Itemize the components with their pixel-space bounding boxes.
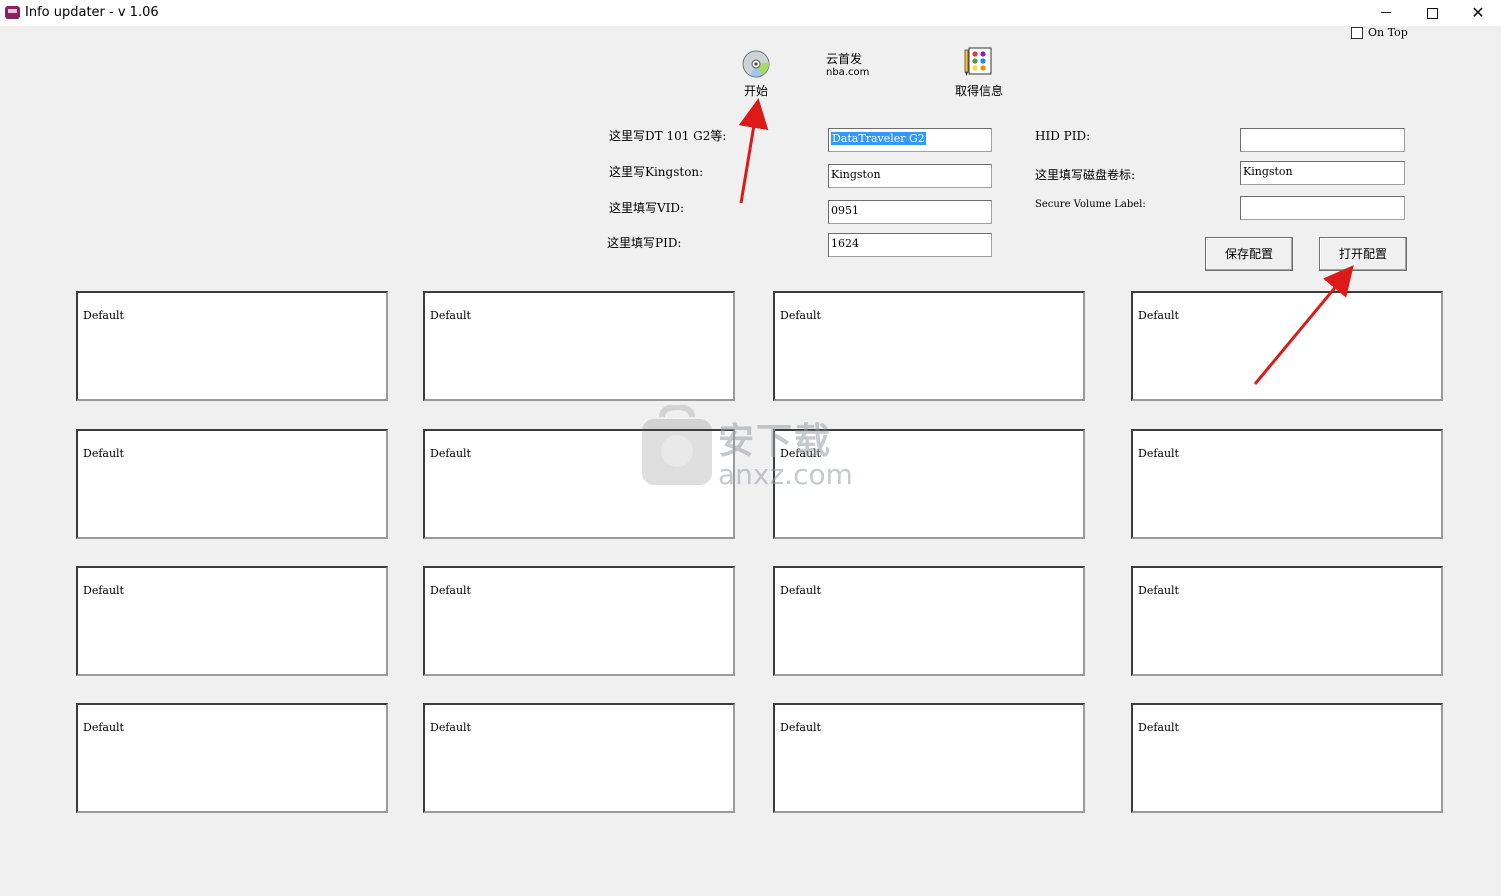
- pid-label: 这里填写PID:: [607, 236, 682, 250]
- info-panel: Default: [76, 703, 388, 813]
- info-panel-text: Default: [430, 721, 471, 734]
- info-panel-text: Default: [430, 447, 471, 460]
- info-panel: Default: [76, 291, 388, 401]
- info-panel-text: Default: [780, 721, 821, 734]
- vendor-label: 这里写Kingston:: [609, 165, 704, 179]
- info-panel: Default: [1131, 703, 1443, 813]
- info-panel-text: Default: [430, 309, 471, 322]
- info-panel-text: Default: [430, 584, 471, 597]
- close-button[interactable]: ✕: [1455, 0, 1501, 26]
- vid-label: 这里填写VID:: [609, 201, 685, 215]
- info-panel: Default: [423, 703, 735, 813]
- info-panel-text: Default: [83, 447, 124, 460]
- on-top-checkbox-box[interactable]: [1351, 27, 1363, 39]
- get-info-label: 取得信息: [954, 84, 1003, 98]
- volume-label-label: 这里填写磁盘卷标:: [1035, 168, 1136, 182]
- hid-pid-label: HID PID:: [1035, 129, 1091, 143]
- start-label: 开始: [743, 84, 768, 98]
- minimize-icon: [1381, 12, 1391, 13]
- shield-watermark-icon: [642, 405, 712, 485]
- start-button[interactable]: 开始: [736, 50, 776, 99]
- info-panel-text: Default: [1138, 447, 1179, 460]
- vendor-input-value: Kingston: [831, 168, 881, 181]
- model-input-value: DataTraveler G2: [831, 132, 926, 145]
- pid-input-value: 1624: [831, 237, 859, 250]
- info-panel-text: Default: [1138, 721, 1179, 734]
- get-info-button[interactable]: 取得信息: [950, 44, 1008, 99]
- minimize-button[interactable]: [1363, 0, 1409, 26]
- app-icon: [5, 6, 20, 19]
- model-label: 这里写DT 101 G2等:: [609, 129, 727, 143]
- volume-label-input-value: Kingston: [1243, 165, 1293, 178]
- title-bar: Info updater - v 1.06 ✕: [0, 0, 1501, 26]
- info-panel-text: Default: [83, 584, 124, 597]
- window-title: Info updater - v 1.06: [25, 5, 159, 20]
- vid-input-value: 0951: [831, 204, 859, 217]
- info-panel: Default: [423, 566, 735, 676]
- palette-icon: [964, 47, 992, 76]
- info-panel: Default: [1131, 429, 1443, 539]
- model-input[interactable]: DataTraveler G2: [828, 128, 992, 152]
- vendor-input[interactable]: Kingston: [828, 164, 992, 188]
- maximize-icon: [1427, 8, 1438, 19]
- info-panel-text: Default: [1138, 309, 1179, 322]
- info-panel-text: Default: [780, 309, 821, 322]
- info-panel: Default: [773, 291, 1085, 401]
- info-panel: Default: [773, 703, 1085, 813]
- info-panel: Default: [773, 566, 1085, 676]
- info-panel-text: Default: [83, 721, 124, 734]
- volume-label-input[interactable]: Kingston: [1240, 161, 1405, 185]
- info-panel: Default: [1131, 566, 1443, 676]
- watermark: 安下载 anxz.com: [718, 421, 853, 491]
- cd-icon: [742, 50, 770, 78]
- secure-volume-label-input[interactable]: [1240, 196, 1405, 220]
- partial-text: 云首发 nba.com: [826, 52, 870, 78]
- maximize-button[interactable]: [1409, 0, 1455, 26]
- close-icon: ✕: [1471, 3, 1485, 22]
- info-panel: Default: [76, 429, 388, 539]
- info-panel: Default: [423, 291, 735, 401]
- save-config-button[interactable]: 保存配置: [1205, 237, 1293, 271]
- hid-pid-input[interactable]: [1240, 128, 1405, 152]
- info-panel-text: Default: [83, 309, 124, 322]
- arrow-to-start: [738, 98, 769, 204]
- pid-input[interactable]: 1624: [828, 233, 992, 257]
- info-panel-text: Default: [1138, 584, 1179, 597]
- info-panel: Default: [76, 566, 388, 676]
- open-config-button[interactable]: 打开配置: [1319, 237, 1407, 271]
- info-panel: Default: [1131, 291, 1443, 401]
- vid-input[interactable]: 0951: [828, 200, 992, 224]
- info-panel-text: Default: [780, 584, 821, 597]
- secure-volume-label-label: Secure Volume Label:: [1035, 199, 1146, 210]
- on-top-label: On Top: [1368, 26, 1408, 39]
